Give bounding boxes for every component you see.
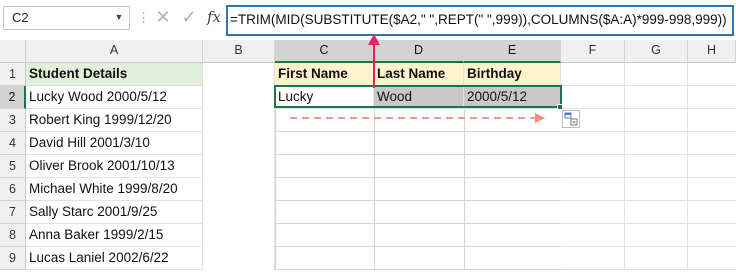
formula-pointer-arrow [368, 34, 380, 88]
fill-right-arrow [290, 113, 545, 123]
annotation-overlay [290, 34, 545, 123]
